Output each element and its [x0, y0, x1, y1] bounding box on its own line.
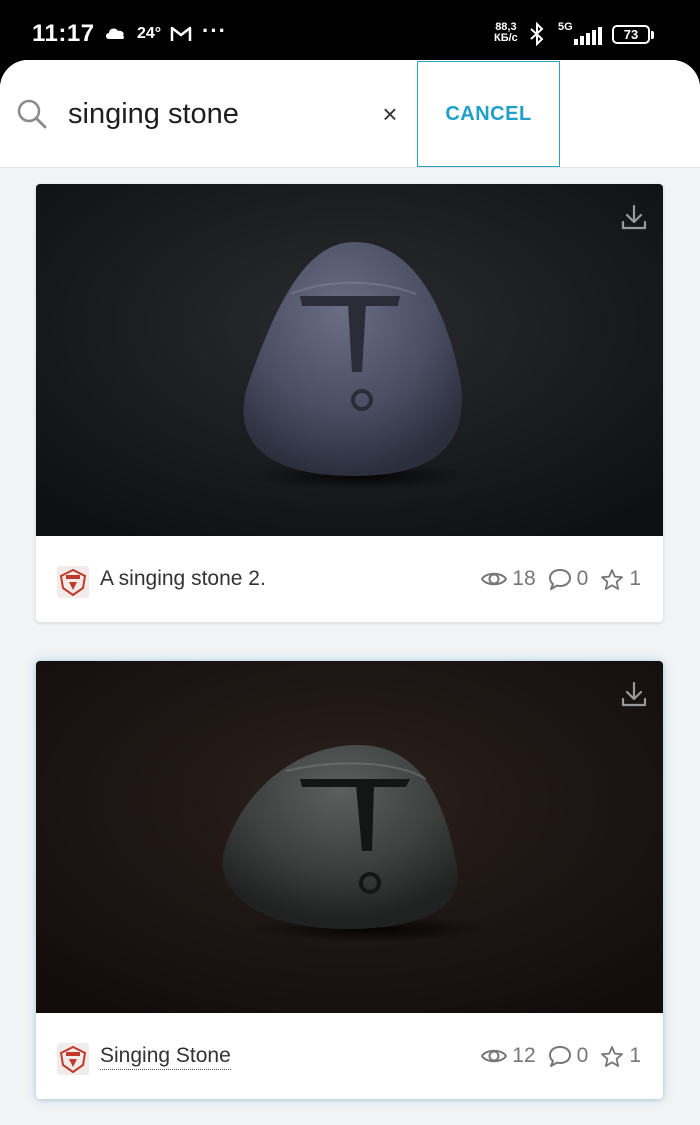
card-footer: A singing stone 2. 18 0 1 [36, 536, 663, 622]
download-icon[interactable] [621, 681, 647, 709]
model-thumbnail[interactable] [36, 661, 663, 1013]
battery-indicator: 73 [612, 25, 654, 44]
model-thumbnail[interactable] [36, 184, 663, 536]
eye-icon [481, 1049, 508, 1063]
star-icon[interactable] [600, 568, 624, 591]
search-icon[interactable] [16, 98, 48, 130]
comment-icon [548, 569, 571, 590]
views-stat: 12 [481, 1044, 536, 1068]
views-count: 12 [512, 1044, 536, 1067]
eye-icon [481, 572, 508, 586]
status-time: 11:17 [32, 20, 95, 47]
comments-stat: 0 [548, 1044, 589, 1068]
card-footer: Singing Stone 12 0 1 [36, 1013, 663, 1099]
result-card[interactable]: A singing stone 2. 18 0 1 [36, 184, 663, 622]
likes-count: 1 [629, 567, 641, 590]
likes-count: 1 [629, 1044, 641, 1067]
net-speed-unit: КБ/с [494, 32, 518, 44]
cloud-icon [106, 28, 125, 39]
avatar[interactable] [57, 1043, 89, 1075]
comment-icon [548, 1046, 571, 1067]
network-type: 5G [558, 21, 573, 33]
status-temperature: 24° [137, 25, 162, 42]
search-input[interactable] [68, 94, 368, 134]
card-title[interactable]: Singing Stone [100, 1044, 231, 1070]
more-notifications-icon: ··· [202, 18, 227, 43]
likes-stat: 1 [600, 567, 641, 591]
app-container: × CANCEL [0, 60, 700, 1125]
card-stats: 12 0 1 [469, 1044, 641, 1068]
star-icon[interactable] [600, 1045, 624, 1068]
views-count: 18 [512, 567, 536, 590]
comments-count: 0 [576, 1044, 589, 1067]
signal-icon [574, 27, 602, 45]
gmail-icon [170, 26, 192, 41]
likes-stat: 1 [600, 1044, 641, 1068]
cancel-button[interactable]: CANCEL [417, 61, 560, 167]
card-title[interactable]: A singing stone 2. [100, 567, 266, 591]
clear-icon[interactable]: × [378, 101, 402, 127]
search-bar: × CANCEL [0, 60, 700, 168]
card-stats: 18 0 1 [469, 567, 641, 591]
bluetooth-icon [530, 22, 544, 46]
result-card[interactable]: Singing Stone 12 0 1 [36, 661, 663, 1099]
views-stat: 18 [481, 567, 536, 591]
net-speed: 88,3 КБ/с [494, 22, 518, 44]
comments-count: 0 [576, 567, 589, 590]
download-icon[interactable] [621, 204, 647, 232]
comments-stat: 0 [548, 567, 589, 591]
avatar[interactable] [57, 566, 89, 598]
